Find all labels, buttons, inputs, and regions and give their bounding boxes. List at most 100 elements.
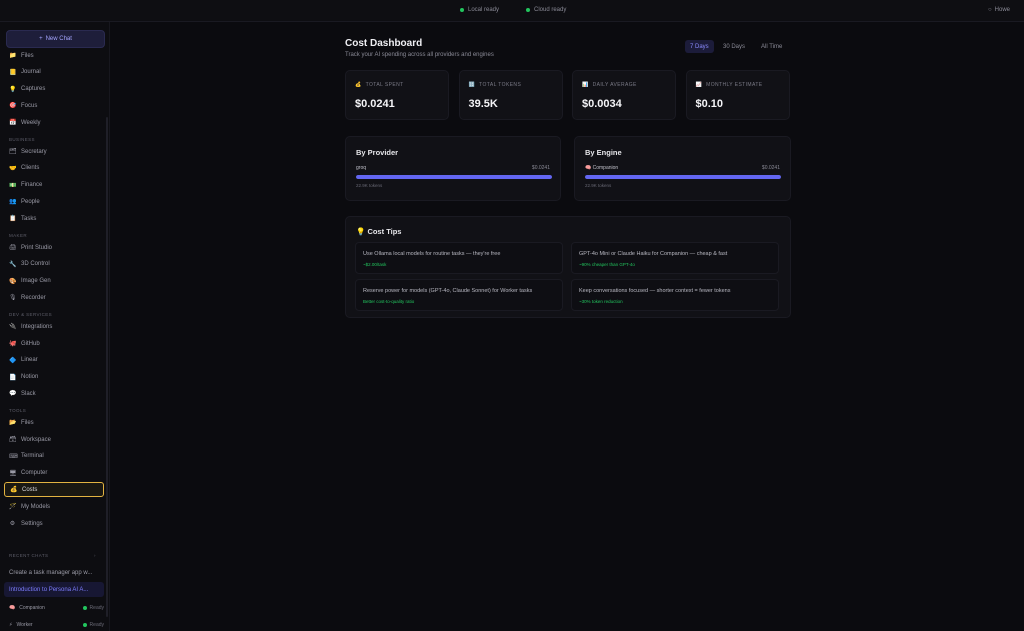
status-dot-icon bbox=[460, 8, 464, 12]
stat-card-total-tokens: 🔢 TOTAL TOKENS 39.5K bbox=[458, 70, 563, 120]
engine-cost: $0.0241 bbox=[761, 165, 780, 171]
stat-card-total-spent: 💰 TOTAL SPENT $0.0241 bbox=[345, 70, 449, 120]
sidebar-item-3d-control[interactable]: 🔧 3D Control bbox=[4, 257, 104, 272]
sidebar-section-label: BUSINESS bbox=[9, 137, 35, 142]
stat-value: 39.5K bbox=[468, 98, 498, 110]
range-7-days-button[interactable]: 7 Days bbox=[685, 40, 714, 53]
sidebar-item-weekly[interactable]: 📅 Weekly bbox=[4, 115, 104, 130]
print-studio-icon: 🖨 bbox=[9, 245, 17, 251]
tip-saving: Better cost-to-quality ratio bbox=[363, 299, 415, 304]
sidebar-section-label: MAKER bbox=[9, 233, 28, 238]
sidebar-item-settings[interactable]: ⚙ Settings bbox=[4, 516, 104, 531]
new-chat-button[interactable]: + New Chat bbox=[6, 30, 105, 48]
engine-row-label: 🧠 Companion bbox=[585, 165, 618, 171]
agent-status-label: Ready bbox=[89, 605, 104, 611]
sidebar-item-label: GitHub bbox=[21, 340, 40, 347]
agent-status-label: Ready bbox=[89, 622, 104, 628]
focus-icon: 🎯 bbox=[9, 103, 17, 110]
sidebar-item-slack[interactable]: 💬 Slack bbox=[4, 386, 104, 401]
sidebar-item-tasks[interactable]: 📋 Tasks bbox=[4, 211, 104, 226]
tip-saving: ~90% cheaper than GPT-4o bbox=[579, 262, 635, 267]
tip-text: GPT-4o Mini or Claude Haiku for Companio… bbox=[579, 251, 728, 257]
terminal-icon: ⌨ bbox=[9, 453, 18, 460]
sidebar-item-github[interactable]: 🐙 GitHub bbox=[4, 336, 104, 351]
stat-label-text: DAILY AVERAGE bbox=[592, 82, 637, 88]
recent-chat-item[interactable]: Introduction to Persona AI A... bbox=[4, 582, 104, 597]
new-chat-label: New Chat bbox=[45, 36, 72, 42]
by-engine-panel: By Engine 🧠 Companion $0.0241 22.9K toke… bbox=[574, 136, 791, 201]
integrations-icon: 🔌 bbox=[9, 324, 17, 331]
github-icon: 🐙 bbox=[9, 341, 17, 347]
stat-label: 📊 DAILY AVERAGE bbox=[582, 82, 637, 88]
sidebar-item-computer[interactable]: 🖥 Computer bbox=[4, 466, 104, 481]
range-30-days-button[interactable]: 30 Days bbox=[718, 40, 750, 53]
sidebar-item-journal[interactable]: 📒 Journal bbox=[4, 65, 104, 80]
sidebar-item-notion[interactable]: 📄 Notion bbox=[4, 370, 104, 385]
sidebar-section-label: TOOLS bbox=[9, 408, 27, 414]
cost-tip-card: GPT-4o Mini or Claude Haiku for Companio… bbox=[571, 242, 779, 274]
lightning-icon: ⚡ bbox=[9, 622, 13, 628]
captures-icon: 💡 bbox=[9, 86, 17, 93]
by-engine-title: By Engine bbox=[585, 148, 622, 157]
sidebar-item-files[interactable]: 📁 Files bbox=[4, 48, 104, 63]
provider-name: groq bbox=[356, 165, 367, 171]
engine-bar-fill bbox=[585, 175, 781, 179]
weekly-icon: 📅 bbox=[9, 120, 17, 127]
sidebar-item-image-gen[interactable]: 🎨 Image Gen bbox=[4, 274, 104, 289]
people-icon: 👥 bbox=[9, 199, 17, 206]
cost-tips-panel: 💡 Cost Tips Use Ollama local models for … bbox=[345, 216, 791, 318]
journal-icon: 📒 bbox=[9, 69, 17, 76]
brain-icon: 🧠 bbox=[585, 165, 592, 171]
sidebar-scrollbar[interactable] bbox=[106, 117, 108, 617]
stat-label: 💰 TOTAL SPENT bbox=[355, 82, 404, 88]
sidebar-item-integrations[interactable]: 🔌 Integrations bbox=[4, 319, 104, 334]
page-title: Cost Dashboard bbox=[345, 38, 423, 49]
notion-icon: 📄 bbox=[9, 374, 17, 381]
settings-icon: ⚙ bbox=[9, 521, 16, 527]
agent-status-worker[interactable]: ⚡ Worker Ready bbox=[9, 622, 104, 628]
sidebar-item-costs[interactable]: 💰 Costs bbox=[4, 482, 104, 498]
sidebar-item-captures[interactable]: 💡 Captures bbox=[4, 82, 104, 97]
sidebar-item-focus[interactable]: 🎯 Focus bbox=[4, 98, 104, 113]
page-subtitle: Track your AI spending across all provid… bbox=[345, 52, 494, 58]
sidebar-item-clients[interactable]: 🤝 Clients bbox=[4, 161, 104, 176]
sidebar-item-label: Computer bbox=[21, 470, 48, 477]
sidebar-item-label: Workspace bbox=[21, 436, 51, 443]
sidebar-item-label: Image Gen bbox=[21, 278, 51, 285]
sidebar-item-finance[interactable]: 💵 Finance bbox=[4, 178, 104, 193]
sidebar-item-files[interactable]: 📂 Files bbox=[4, 415, 104, 430]
sidebar-item-workspace[interactable]: 🗃 Workspace bbox=[4, 432, 104, 447]
3d-control-icon: 🔧 bbox=[9, 261, 17, 268]
tip-text: Keep conversations focused — shorter con… bbox=[579, 288, 731, 294]
recent-chat-item[interactable]: Create a task manager app w... bbox=[4, 565, 104, 580]
sidebar-item-print-studio[interactable]: 🖨 Print Studio bbox=[4, 240, 104, 255]
finance-icon: 💵 bbox=[9, 182, 17, 189]
workspace-icon: 🗃 bbox=[9, 437, 17, 443]
range-all-time-button[interactable]: All Time bbox=[756, 40, 787, 53]
sidebar-item-label: Print Studio bbox=[21, 244, 53, 251]
chevron-right-icon[interactable]: › bbox=[94, 553, 96, 558]
agent-status-companion[interactable]: 🧠 Companion Ready bbox=[9, 605, 104, 611]
engine-name: Companion bbox=[592, 165, 619, 171]
sidebar-item-terminal[interactable]: ⌨ Terminal bbox=[4, 449, 104, 464]
sidebar-item-label: People bbox=[21, 198, 40, 205]
sidebar-section-label: DEV & SERVICES bbox=[9, 312, 53, 318]
costs-icon: 💰 bbox=[10, 487, 18, 494]
sidebar-item-label: Weekly bbox=[21, 119, 41, 126]
sidebar-item-recorder[interactable]: 🎙 Recorder bbox=[4, 290, 104, 305]
status-dot-icon bbox=[82, 623, 87, 627]
linear-icon: 🔷 bbox=[9, 357, 17, 364]
tip-saving: ~30% token reduction bbox=[579, 299, 623, 304]
sidebar-item-people[interactable]: 👥 People bbox=[4, 194, 104, 209]
agent-name: Companion bbox=[19, 605, 45, 611]
user-menu[interactable]: ○ Howe bbox=[988, 7, 1010, 13]
computer-icon: 🖥 bbox=[9, 470, 17, 477]
stat-label: 🔢 TOTAL TOKENS bbox=[469, 82, 522, 88]
image-gen-icon: 🎨 bbox=[9, 278, 17, 285]
sidebar-item-my-models[interactable]: 🪄 My Models bbox=[4, 499, 104, 514]
sidebar-item-label: Journal bbox=[21, 69, 41, 76]
sidebar-item-secretary[interactable]: 🗂 Secretary bbox=[4, 144, 104, 159]
sidebar-item-linear[interactable]: 🔷 Linear bbox=[4, 353, 104, 368]
files-icon: 📂 bbox=[9, 420, 17, 427]
sidebar-item-label: My Models bbox=[21, 503, 51, 510]
